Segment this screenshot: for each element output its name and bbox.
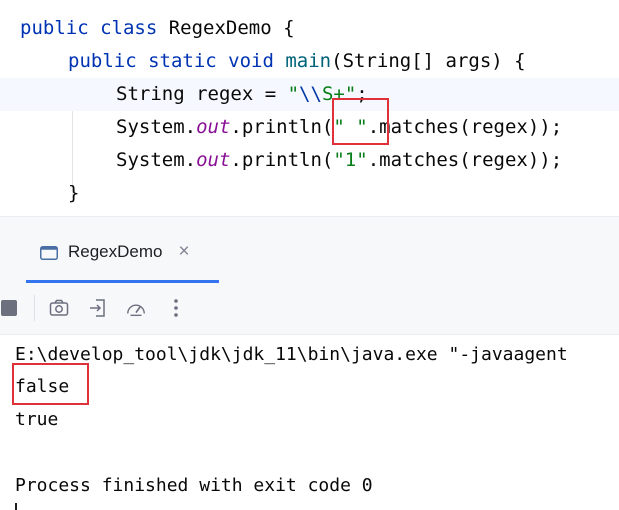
matches-call: .matches(regex));: [367, 116, 563, 138]
more-vertical-icon: [174, 299, 178, 317]
string-quote: ": [287, 83, 300, 105]
stop-icon: [1, 300, 17, 316]
text-cursor: [15, 503, 17, 510]
class-name: RegexDemo {: [157, 17, 295, 39]
run-toolbar: [0, 283, 619, 335]
code-line-println-2: System.out.println("1".matches(regex));: [0, 144, 619, 177]
profiler-button[interactable]: [125, 297, 147, 319]
method-params: (String[] args) {: [331, 50, 526, 72]
println-call: .println(: [230, 116, 334, 138]
println-call: .println(: [230, 149, 334, 171]
code-editor[interactable]: public class RegexDemo { public static v…: [0, 0, 619, 216]
gauge-icon: [127, 304, 145, 317]
out-field: out: [196, 116, 231, 138]
highlight-box-false-output: [12, 363, 89, 405]
console-command-line: E:\develop_tool\jdk\jdk_11\bin\java.exe …: [15, 344, 568, 365]
escape-sequence: \\: [299, 83, 322, 105]
close-icon[interactable]: ×: [179, 241, 190, 263]
tab-label: RegexDemo: [68, 242, 163, 261]
camera-icon: [49, 299, 69, 316]
code-line-close-brace: }: [0, 177, 619, 210]
out-field: out: [196, 149, 231, 171]
run-tool-window-header: RegexDemo ×: [0, 217, 619, 283]
console-output-true: true: [15, 409, 59, 430]
system-ref: System.: [116, 149, 197, 171]
highlight-box-string-literal: [332, 98, 389, 145]
toolbar-divider: [34, 295, 35, 321]
keyword: public static void: [68, 50, 274, 72]
string-literal-one: "1": [333, 149, 368, 171]
console-window-icon: [40, 245, 58, 260]
more-options-button[interactable]: [165, 297, 187, 319]
stop-button[interactable]: [0, 297, 20, 319]
matches-call: .matches(regex));: [367, 149, 563, 171]
login-icon: [90, 299, 105, 317]
close-brace: }: [68, 182, 80, 204]
code-line-class-decl: public class RegexDemo {: [0, 12, 619, 45]
regex-decl-prefix: String regex =: [116, 83, 288, 105]
tab-regexdemo[interactable]: RegexDemo ×: [28, 235, 190, 269]
system-ref: System.: [116, 116, 197, 138]
code-line-println-1: System.out.println(" ".matches(regex));: [0, 111, 619, 144]
screenshot-button[interactable]: [48, 297, 70, 319]
console-output[interactable]: E:\develop_tool\jdk\jdk_11\bin\java.exe …: [0, 335, 619, 510]
export-button[interactable]: [87, 297, 109, 319]
code-line-main-decl: public static void main(String[] args) {: [0, 45, 619, 78]
console-finish-message: Process finished with exit code 0: [15, 475, 373, 496]
method-name: main: [285, 50, 332, 72]
code-line-regex-decl: String regex = "\\S+";: [0, 78, 619, 111]
keyword: public class: [20, 17, 158, 39]
